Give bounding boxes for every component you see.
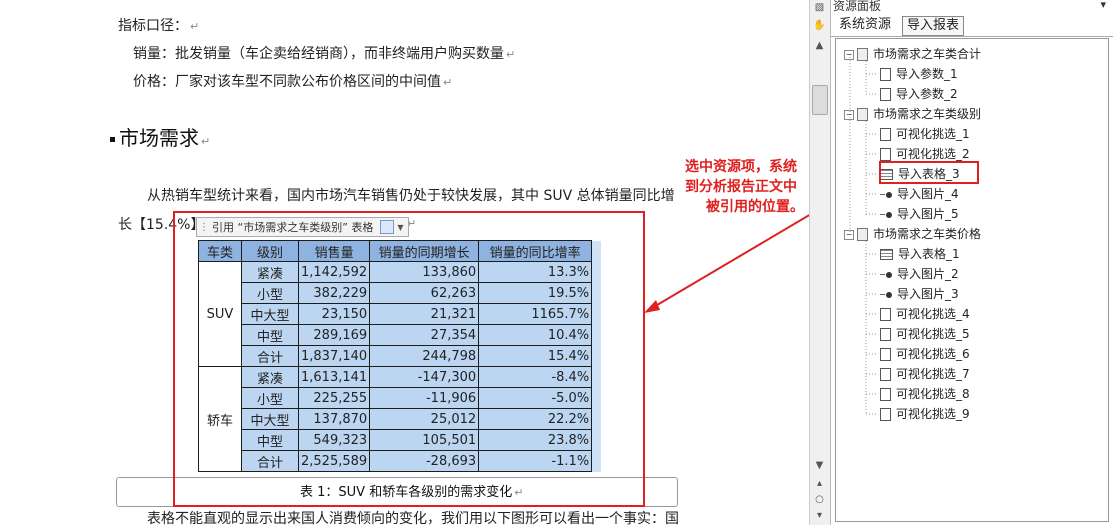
browse-object-icon[interactable]: ○: [812, 492, 827, 507]
tree-item[interactable]: 导入表格_1: [880, 245, 960, 263]
collapse-icon[interactable]: −: [844, 49, 854, 60]
document-icon: [880, 308, 891, 321]
tree-item[interactable]: 导入图片_4: [880, 185, 959, 203]
document-icon: [880, 128, 891, 141]
report-group-icon: [857, 108, 868, 121]
document-icon: [880, 388, 891, 401]
tree-item[interactable]: 可视化挑选_8: [880, 385, 970, 403]
panel-menu-icon[interactable]: ▾: [1100, 0, 1106, 11]
report-group-icon: [857, 48, 868, 61]
tree-item[interactable]: 导入图片_5: [880, 205, 959, 223]
document-icon: [880, 408, 891, 421]
tree-item[interactable]: 可视化挑选_7: [880, 365, 970, 383]
document-icon: [880, 348, 891, 361]
collapse-icon[interactable]: −: [844, 109, 854, 120]
image-icon: [880, 210, 892, 220]
tree-item[interactable]: 导入图片_3: [880, 285, 959, 303]
tree-item[interactable]: 导入参数_2: [880, 85, 958, 103]
tree-group-car-level[interactable]: − 市场需求之车类级别: [844, 105, 981, 123]
panel-title: 资源面板: [833, 0, 882, 13]
page-view-icon[interactable]: ▧: [812, 0, 827, 15]
tree-group-car-price[interactable]: − 市场需求之车类价格: [844, 225, 981, 243]
scroll-thumb[interactable]: [812, 85, 828, 115]
tree-item[interactable]: 可视化挑选_9: [880, 405, 970, 423]
document-icon: [880, 368, 891, 381]
resource-tree[interactable]: − 市场需求之车类合计 导入参数_1 导入参数_2 − 市场需求之车类级别 可视化挑…: [835, 38, 1109, 522]
tree-item[interactable]: 可视化挑选_6: [880, 345, 970, 363]
document-icon: [880, 88, 891, 101]
image-icon: [880, 270, 892, 280]
tree-group-car-total[interactable]: − 市场需求之车类合计: [844, 45, 981, 63]
image-icon: [880, 190, 892, 200]
tree-item[interactable]: 导入图片_2: [880, 265, 959, 283]
document-icon: [880, 68, 891, 81]
tree-item[interactable]: 可视化挑选_1: [880, 125, 970, 143]
resource-panel[interactable]: 资源面板 ▾ 系统资源 导入报表 − 市场需求之车类合计 导入参数_1 导入参数…: [830, 0, 1113, 525]
table-icon: [880, 249, 893, 260]
next-page-icon[interactable]: ▾: [812, 508, 827, 523]
panel-tabs: 系统资源 导入报表: [831, 14, 1113, 37]
image-icon: [880, 290, 892, 300]
document-scrollbar[interactable]: ▧ ✋ ▲ ▼ ▴ ○ ▾: [809, 0, 831, 525]
tab-import-reports[interactable]: 导入报表: [902, 16, 965, 36]
selected-item-highlight: [879, 161, 979, 184]
collapse-icon[interactable]: −: [844, 229, 854, 240]
hand-tool-icon[interactable]: ✋: [812, 18, 827, 33]
document-icon: [880, 148, 891, 161]
document-icon: [880, 328, 891, 341]
scroll-up-icon[interactable]: ▲: [812, 38, 827, 53]
prev-page-icon[interactable]: ▴: [812, 476, 827, 491]
scroll-down-icon[interactable]: ▼: [812, 458, 827, 473]
report-group-icon: [857, 228, 868, 241]
tree-item[interactable]: 可视化挑选_5: [880, 325, 970, 343]
tab-system-resources[interactable]: 系统资源: [835, 16, 895, 34]
tree-item[interactable]: 可视化挑选_4: [880, 305, 970, 323]
tree-item[interactable]: 导入参数_1: [880, 65, 958, 83]
